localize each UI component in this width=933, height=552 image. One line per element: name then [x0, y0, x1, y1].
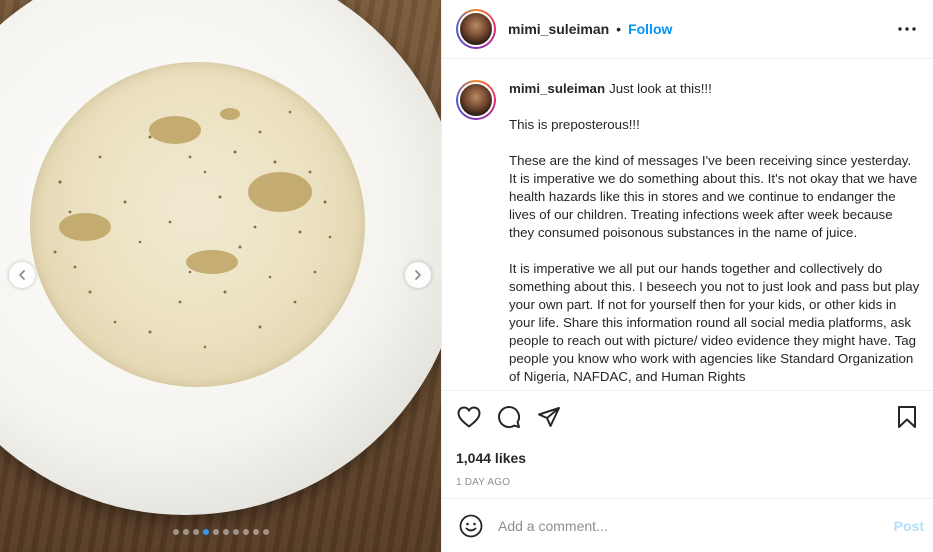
- carousel-dot: [262, 529, 269, 535]
- post-timestamp[interactable]: 1 DAY AGO: [456, 477, 920, 488]
- post-panel: mimi_suleiman • Follow mimi_suleiman Just…: [441, 0, 933, 552]
- more-horizontal-icon: [898, 27, 916, 31]
- chevron-right-icon: [415, 270, 421, 280]
- carousel-dot: [222, 529, 229, 535]
- post-header: mimi_suleiman • Follow: [442, 0, 933, 59]
- action-icons: [456, 404, 920, 430]
- carousel-dot: [172, 529, 179, 535]
- caption-first-line: mimi_suleiman Just look at this!!!: [509, 80, 920, 98]
- carousel-indicator: [0, 529, 441, 535]
- like-button[interactable]: [456, 404, 482, 430]
- follow-button[interactable]: Follow: [628, 21, 672, 37]
- separator-dot: •: [616, 21, 622, 37]
- comment-input[interactable]: [498, 517, 894, 534]
- username-link[interactable]: mimi_suleiman: [508, 21, 609, 37]
- carousel-dot: [192, 529, 199, 535]
- carousel-dot: [242, 529, 249, 535]
- chevron-left-icon: [19, 270, 25, 280]
- emoji-icon: [459, 514, 483, 537]
- caption: mimi_suleiman Just look at this!!! This i…: [456, 80, 920, 390]
- carousel-next-button[interactable]: [405, 262, 431, 288]
- comment-icon: [498, 406, 521, 429]
- carousel-dot: [232, 529, 239, 535]
- carousel-dot: [182, 529, 189, 535]
- carousel-dot: [252, 529, 259, 535]
- more-options-button[interactable]: [895, 17, 919, 41]
- post-comment-button[interactable]: Post: [894, 518, 924, 534]
- share-icon: [538, 407, 560, 427]
- carousel-prev-button[interactable]: [9, 262, 35, 288]
- caption-first-text: Just look at this!!!: [609, 81, 712, 96]
- caption-paragraph: It is imperative we all put our hands to…: [509, 261, 920, 384]
- caption-text: mimi_suleiman Just look at this!!! This i…: [509, 80, 920, 390]
- comment-button[interactable]: [496, 404, 522, 430]
- emoji-button[interactable]: [458, 513, 484, 539]
- caption-avatar[interactable]: [456, 80, 496, 120]
- avatar[interactable]: [456, 9, 496, 49]
- post-media[interactable]: [0, 0, 441, 552]
- bookmark-icon: [898, 406, 916, 428]
- caption-paragraph: This is preposterous!!!: [509, 117, 640, 132]
- action-bar: 1,044 likes 1 DAY AGO: [442, 390, 933, 488]
- caption-scroll-area[interactable]: mimi_suleiman Just look at this!!! This i…: [442, 60, 933, 390]
- caption-paragraph: These are the kind of messages I've been…: [509, 153, 918, 240]
- likes-count[interactable]: 1,044 likes: [456, 450, 920, 466]
- share-button[interactable]: [536, 404, 562, 430]
- carousel-dot: [212, 529, 219, 535]
- contaminant-specks: [53, 108, 332, 349]
- heart-icon: [457, 406, 481, 428]
- carousel-dot: [202, 529, 209, 535]
- comment-form: Post: [442, 498, 933, 552]
- caption-author-link[interactable]: mimi_suleiman: [509, 81, 605, 96]
- save-button[interactable]: [894, 404, 920, 430]
